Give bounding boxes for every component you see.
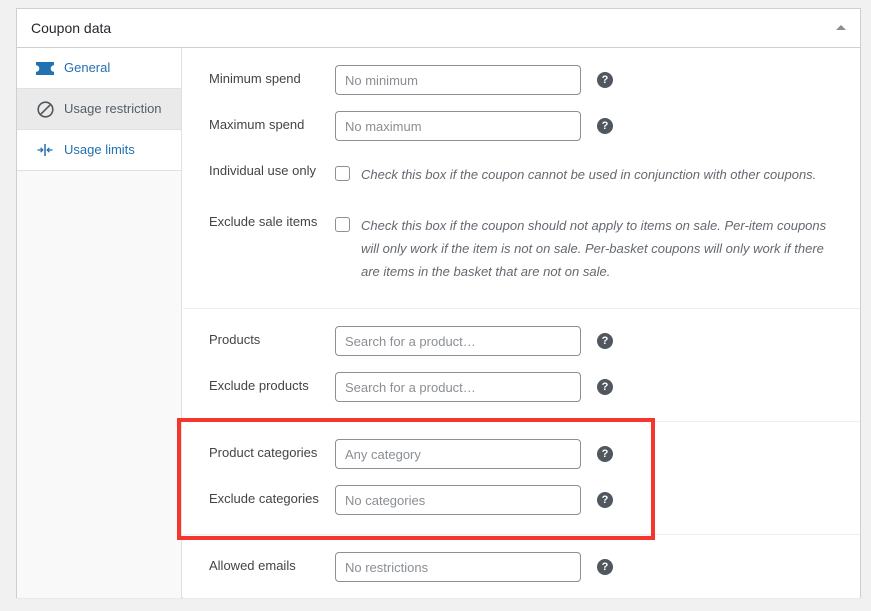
exclude-sale-items-checkbox-row: Check this box if the coupon should not … xyxy=(335,208,833,289)
field-label: Exclude categories xyxy=(209,491,319,506)
maximum-spend-input[interactable] xyxy=(335,111,581,141)
help-icon[interactable]: ? xyxy=(597,379,613,395)
usage-restriction-fields: Minimum spend ? Maximum spend ? Individu… xyxy=(183,48,860,598)
product-categories-input[interactable] xyxy=(335,439,581,469)
exclude-categories-input[interactable] xyxy=(335,485,581,515)
field-label: Maximum spend xyxy=(209,117,305,132)
sidebar-item-label: General xyxy=(64,60,111,75)
coupon-data-panel: Coupon data General Usage restriction Us… xyxy=(16,8,861,598)
help-icon[interactable]: ? xyxy=(597,118,613,134)
help-icon[interactable]: ? xyxy=(597,559,613,575)
field-label: Allowed emails xyxy=(209,558,296,573)
checkbox-description: Check this box if the coupon cannot be u… xyxy=(361,167,817,182)
panel-header: Coupon data xyxy=(17,9,860,48)
sidebar-item-label: Usage limits xyxy=(64,142,135,157)
field-row-individual-use-only: Individual use only Check this box if th… xyxy=(183,149,860,200)
field-row-product-categories: Product categories ? xyxy=(183,431,860,477)
field-label: Product categories xyxy=(209,445,318,460)
exclude-sale-items-checkbox[interactable] xyxy=(335,217,350,232)
field-row-products: Products ? xyxy=(183,318,860,364)
page-title: Coupon data xyxy=(31,20,112,36)
checkbox-description: Check this box if the coupon should not … xyxy=(361,218,827,279)
field-label: Individual use only xyxy=(209,163,316,178)
field-group-spend: Minimum spend ? Maximum spend ? Individu… xyxy=(183,48,860,309)
sidebar-item-usage-restriction[interactable]: Usage restriction xyxy=(17,89,181,130)
individual-use-only-checkbox[interactable] xyxy=(335,166,350,181)
field-group-products: Products ? Exclude products ? xyxy=(183,309,860,422)
field-group-categories: Product categories ? Exclude categories … xyxy=(183,422,860,535)
field-row-minimum-spend: Minimum spend ? xyxy=(183,57,860,103)
help-icon[interactable]: ? xyxy=(597,446,613,462)
triangle-up-icon[interactable] xyxy=(836,25,846,30)
coupon-data-tabs: General Usage restriction Usage limits xyxy=(17,48,182,598)
sidebar-item-general[interactable]: General xyxy=(17,48,181,89)
products-search-input[interactable] xyxy=(335,326,581,356)
ticket-icon xyxy=(35,58,55,78)
help-icon[interactable]: ? xyxy=(597,72,613,88)
field-label: Exclude sale items xyxy=(209,214,318,229)
field-row-exclude-sale-items: Exclude sale items Check this box if the… xyxy=(183,200,860,297)
help-icon[interactable]: ? xyxy=(597,492,613,508)
minimum-spend-input[interactable] xyxy=(335,65,581,95)
help-icon[interactable]: ? xyxy=(597,333,613,349)
exclude-products-search-input[interactable] xyxy=(335,372,581,402)
individual-use-only-checkbox-row: Check this box if the coupon cannot be u… xyxy=(335,157,816,192)
field-row-maximum-spend: Maximum spend ? xyxy=(183,103,860,149)
sidebar-item-label: Usage restriction xyxy=(64,101,162,116)
field-group-emails: Allowed emails ? xyxy=(183,535,860,601)
field-label: Exclude products xyxy=(209,378,309,393)
field-row-exclude-categories: Exclude categories ? xyxy=(183,477,860,523)
field-row-allowed-emails: Allowed emails ? xyxy=(183,544,860,590)
usage-limits-icon xyxy=(35,140,55,160)
no-entry-icon xyxy=(35,99,55,119)
panel-body: General Usage restriction Usage limits M… xyxy=(17,48,860,598)
field-label: Minimum spend xyxy=(209,71,301,86)
field-row-exclude-products: Exclude products ? xyxy=(183,364,860,410)
allowed-emails-input[interactable] xyxy=(335,552,581,582)
sidebar-item-usage-limits[interactable]: Usage limits xyxy=(17,130,181,171)
field-label: Products xyxy=(209,332,261,347)
